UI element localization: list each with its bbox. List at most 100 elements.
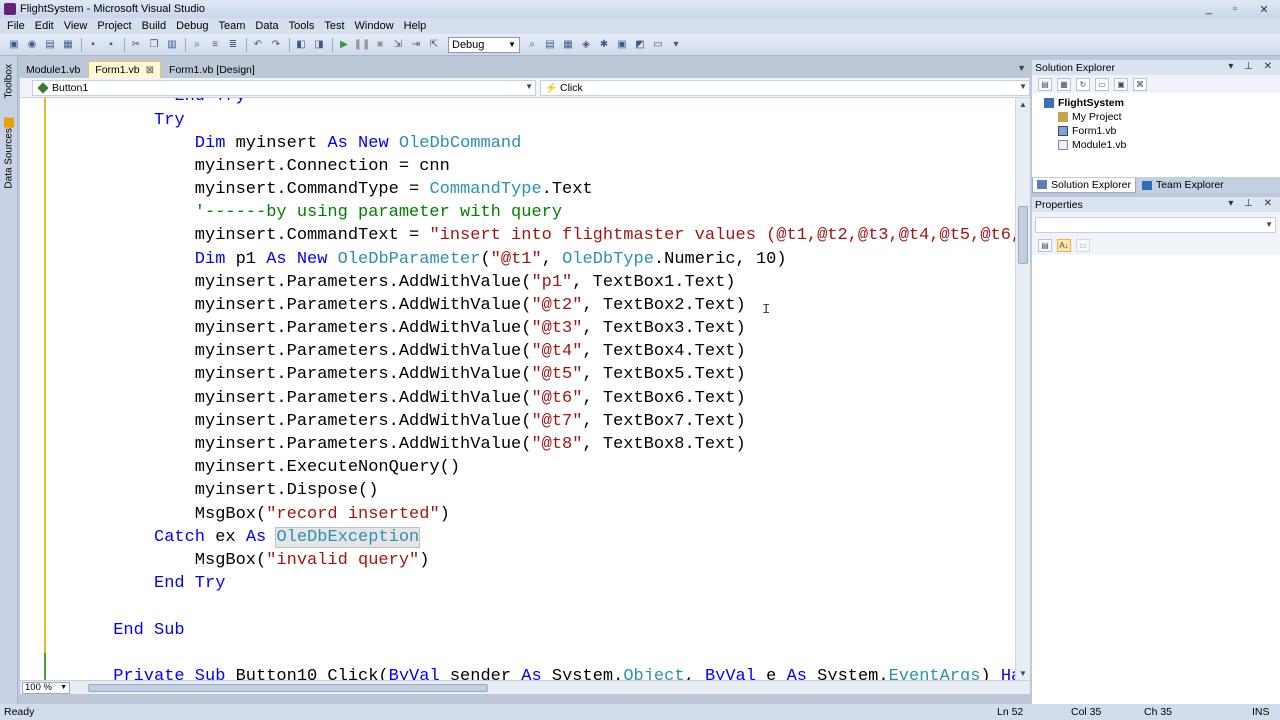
class-name-combo[interactable]: Button1 ▼ [32, 79, 536, 96]
method-name-combo[interactable]: ⚡ Click ▼ [540, 79, 1030, 96]
close-button[interactable]: ✕ [1248, 0, 1280, 18]
data-sources-tab[interactable]: Data Sources [2, 116, 16, 189]
step-out-icon[interactable]: ⇱ [426, 37, 442, 53]
scroll-up-icon[interactable]: ▲ [1019, 100, 1027, 109]
code-line[interactable]: Dim myinsert As New OleDbCommand [195, 132, 521, 155]
properties-icon[interactable]: ▤ [1038, 77, 1052, 91]
uncomment-icon[interactable]: ≣ [225, 37, 241, 53]
categorized-icon[interactable]: ▤ [1038, 238, 1052, 252]
menu-project[interactable]: Project [92, 18, 136, 34]
redo-icon[interactable]: ↷ [268, 37, 284, 53]
code-line[interactable]: myinsert.Parameters.AddWithValue("@t6", … [195, 387, 746, 410]
code-line[interactable]: Try [154, 109, 185, 132]
maximize-button[interactable]: ▫ [1222, 0, 1248, 18]
copy-icon[interactable]: ❐ [146, 37, 162, 53]
tree-node-solution[interactable]: FlightSystem [1044, 96, 1124, 110]
new-project-icon[interactable]: ▣ [6, 37, 22, 53]
tab-form1-vb-design[interactable]: Form1.vb [Design] [163, 61, 261, 78]
paste-icon[interactable]: ▥ [164, 37, 180, 53]
add-item-icon[interactable]: ◉ [24, 37, 40, 53]
pause-icon[interactable]: ❚❚ [354, 37, 371, 53]
tab-team-explorer[interactable]: Team Explorer [1138, 178, 1228, 193]
menu-debug[interactable]: Debug [171, 18, 213, 34]
view-code-icon[interactable]: ▭ [1095, 77, 1109, 91]
code-line[interactable]: myinsert.Parameters.AddWithValue("@t3", … [195, 317, 746, 340]
navigate-backward-icon[interactable]: ◧ [293, 37, 309, 53]
stop-icon[interactable]: ■ [372, 37, 388, 53]
solution-explorer-icon[interactable]: ▤ [542, 37, 558, 53]
code-line[interactable]: Dim p1 As New OleDbParameter("@t1", OleD… [195, 248, 787, 271]
navigate-forward-icon[interactable]: ◨ [311, 37, 327, 53]
cut-icon[interactable]: ✂ [128, 37, 144, 53]
tab-module1-vb[interactable]: Module1.vb [20, 61, 86, 78]
code-line[interactable]: End Sub [113, 619, 184, 642]
panel-window-buttons[interactable]: ▾ ⊥ ✕ [1228, 61, 1276, 72]
editor-vertical-scrollbar[interactable]: ▲ ▼ [1015, 98, 1030, 680]
command-window-icon[interactable]: ▭ [650, 37, 666, 53]
close-icon[interactable]: ⊠ [146, 65, 154, 76]
code-line[interactable]: myinsert.Parameters.AddWithValue("@t8", … [195, 433, 746, 456]
menu-tools[interactable]: Tools [284, 18, 320, 34]
scrollbar-thumb[interactable] [1018, 206, 1028, 264]
code-line[interactable]: myinsert.Connection = cnn [195, 155, 450, 178]
menu-window[interactable]: Window [350, 18, 399, 34]
code-line[interactable]: myinsert.CommandType = CommandType.Text [195, 178, 593, 201]
menu-view[interactable]: View [59, 18, 93, 34]
undo-icon[interactable]: ↶ [250, 37, 266, 53]
start-page-icon[interactable]: ▣ [614, 37, 630, 53]
step-over-icon[interactable]: ⇥ [408, 37, 424, 53]
scrollbar-thumb[interactable] [88, 683, 488, 692]
toolbar-overflow-icon[interactable]: ▾ [668, 37, 684, 53]
code-line[interactable]: myinsert.CommandText = "insert into flig… [195, 224, 1015, 247]
code-line[interactable]: End Try [174, 98, 245, 108]
extension-manager-icon[interactable]: ◩ [632, 37, 648, 53]
find-in-files-icon[interactable]: ⌕ [524, 37, 540, 53]
code-line[interactable]: MsgBox("record inserted") [195, 503, 450, 526]
menu-team[interactable]: Team [214, 18, 251, 34]
scroll-down-icon[interactable]: ▼ [1019, 669, 1027, 678]
code-line[interactable]: myinsert.Parameters.AddWithValue("@t2", … [195, 294, 746, 317]
code-line[interactable]: Private Sub Button10_Click(ByVal sender … [113, 665, 1015, 680]
show-all-files-icon[interactable]: ▦ [1057, 77, 1071, 91]
menu-build[interactable]: Build [137, 18, 171, 34]
code-line[interactable]: myinsert.Parameters.AddWithValue("@t7", … [195, 410, 746, 433]
code-line[interactable]: myinsert.Parameters.AddWithValue("p1", T… [195, 271, 736, 294]
code-editor[interactable]: End Try Try Dim myinsert As New OleDbComma… [20, 98, 1015, 680]
properties-object-combo[interactable]: ▼ [1035, 217, 1276, 233]
menu-edit[interactable]: Edit [30, 18, 59, 34]
zoom-select[interactable]: 100 % ▼ [22, 681, 70, 694]
view-designer-icon[interactable]: ▣ [1114, 77, 1128, 91]
open-file-icon[interactable]: ▤ [42, 37, 58, 53]
menu-data[interactable]: Data [250, 18, 283, 34]
tree-node-module1[interactable]: Module1.vb [1058, 138, 1126, 152]
menu-help[interactable]: Help [399, 18, 432, 34]
editor-horizontal-scrollbar[interactable] [78, 681, 1030, 694]
code-line[interactable]: myinsert.Dispose() [195, 479, 379, 502]
find-icon[interactable]: ⌕ [189, 37, 205, 53]
step-into-icon[interactable]: ⇲ [390, 37, 406, 53]
code-line[interactable]: MsgBox("invalid query") [195, 549, 430, 572]
code-line[interactable]: myinsert.ExecuteNonQuery() [195, 456, 460, 479]
tab-solution-explorer[interactable]: Solution Explorer [1032, 177, 1136, 193]
menu-file[interactable]: File [2, 18, 30, 34]
tab-form1-vb[interactable]: Form1.vb ⊠ [88, 61, 162, 78]
tree-node-form1[interactable]: Form1.vb [1058, 124, 1116, 138]
alphabetical-icon[interactable]: A↓ [1057, 238, 1071, 252]
code-line[interactable]: Catch ex As OleDbException [154, 526, 421, 549]
solution-configuration-select[interactable]: Debug ▼ [448, 36, 520, 53]
code-line[interactable]: myinsert.Parameters.AddWithValue("@t5", … [195, 363, 746, 386]
object-browser-icon[interactable]: ◈ [578, 37, 594, 53]
properties-window-icon[interactable]: ▦ [560, 37, 576, 53]
toolbox-tab[interactable]: Toolbox [2, 64, 16, 98]
toolbox-icon[interactable]: ✱ [596, 37, 612, 53]
start-debugging-icon[interactable]: ▶ [336, 37, 352, 53]
tree-node-my-project[interactable]: My Project [1058, 110, 1122, 124]
save-all-icon[interactable]: ▪ [103, 37, 119, 53]
property-pages-icon[interactable]: ▭ [1076, 238, 1090, 252]
add-new-item-icon[interactable]: ▦ [60, 37, 76, 53]
menu-test[interactable]: Test [319, 18, 349, 34]
save-icon[interactable]: ▪ [85, 37, 101, 53]
code-line[interactable]: '------by using parameter with query [195, 201, 562, 224]
minimize-button[interactable]: _ [1196, 0, 1222, 18]
comment-icon[interactable]: ≡ [207, 37, 223, 53]
